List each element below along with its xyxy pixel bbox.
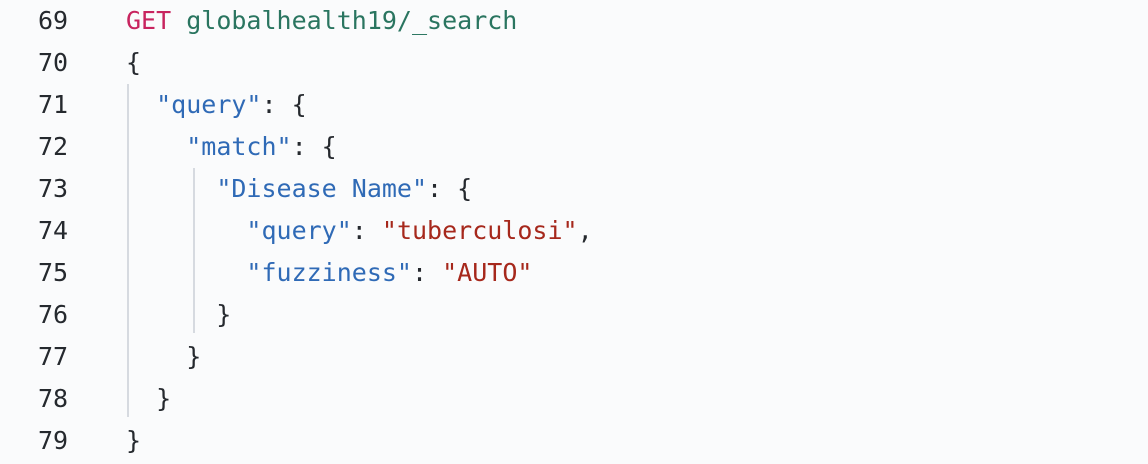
- code-text: }: [126, 378, 171, 420]
- token-method: GET: [126, 6, 172, 35]
- token-punc: }: [126, 426, 142, 455]
- token-path: globalhealth19/_search: [186, 6, 518, 35]
- line-number: 76: [38, 300, 69, 329]
- token-punc: {: [126, 48, 142, 77]
- token-punc: [126, 258, 246, 287]
- token-key: "query": [156, 90, 262, 119]
- line-number: 75: [38, 258, 69, 287]
- code-text: }: [126, 294, 231, 336]
- token-punc: : {: [291, 132, 337, 161]
- line-number: 79: [38, 426, 69, 455]
- token-punc: }: [126, 342, 202, 371]
- line-number: 70: [38, 48, 69, 77]
- token-key: "fuzziness": [246, 258, 412, 287]
- line-number: 72: [38, 132, 69, 161]
- token-punc: : {: [261, 90, 307, 119]
- line-number: 77: [38, 342, 69, 371]
- code-text: }: [126, 420, 141, 462]
- token-key: "Disease Name": [216, 174, 428, 203]
- token-punc: [126, 132, 186, 161]
- code-text: {: [126, 42, 141, 84]
- token-str: "AUTO": [442, 258, 533, 287]
- code-text: "query": {: [126, 84, 307, 126]
- token-punc: [126, 90, 156, 119]
- token-punc: :: [351, 216, 382, 245]
- code-text: "match": {: [126, 126, 337, 168]
- token-punc: ,: [577, 216, 593, 245]
- token-punc: :: [412, 258, 443, 287]
- code-text: "fuzziness": "AUTO": [126, 252, 532, 294]
- code-text: GET globalhealth19/_search: [126, 0, 517, 42]
- line-number: 69: [38, 6, 69, 35]
- code-editor[interactable]: 69 GET globalhealth19/_search 70 {71 "query…: [0, 0, 1148, 464]
- code-text: "Disease Name": {: [126, 168, 472, 210]
- line-number: 74: [38, 216, 69, 245]
- line-number: 71: [38, 90, 69, 119]
- token-punc: : {: [427, 174, 473, 203]
- token-str: "tuberculosi": [381, 216, 578, 245]
- token-punc: [126, 174, 216, 203]
- code-text: "query": "tuberculosi",: [126, 210, 593, 252]
- token-punc: }: [126, 384, 172, 413]
- line-number: 78: [38, 384, 69, 413]
- token-punc: }: [126, 300, 232, 329]
- token-key: "match": [186, 132, 292, 161]
- token-punc: [171, 6, 186, 35]
- token-punc: [126, 216, 246, 245]
- token-key: "query": [246, 216, 352, 245]
- code-text: }: [126, 336, 201, 378]
- line-number: 73: [38, 174, 69, 203]
